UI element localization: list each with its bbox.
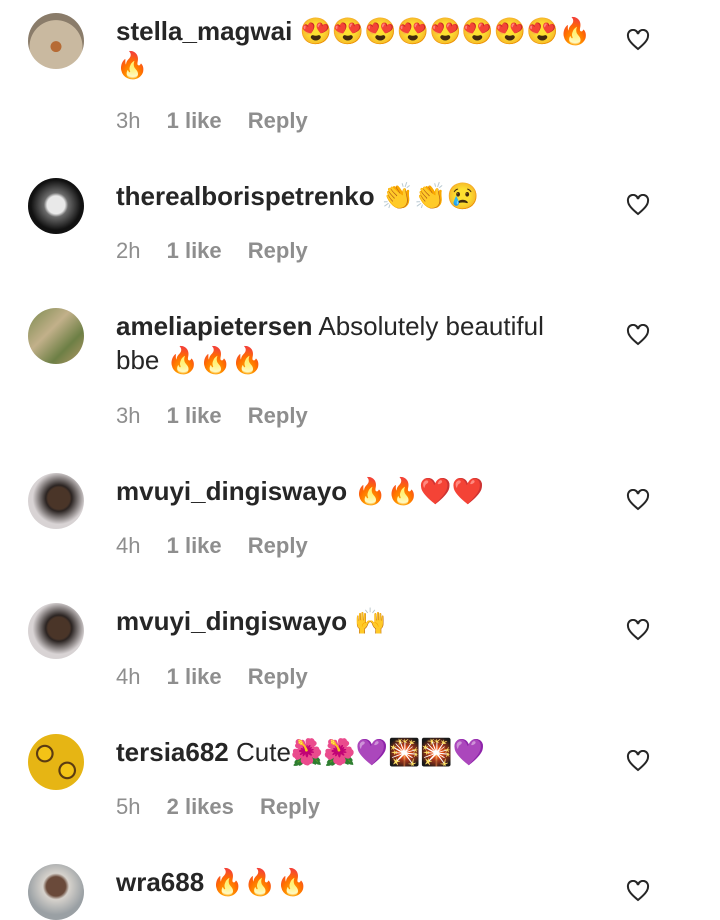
comment-username[interactable]: ameliapietersen <box>116 311 313 341</box>
heart-outline-icon[interactable] <box>626 324 650 346</box>
comment-likes[interactable]: 1 like <box>167 533 222 558</box>
comment-text: 👏👏😢 <box>381 181 479 211</box>
comment-username[interactable]: tersia682 <box>116 737 229 767</box>
reply-button[interactable]: Reply <box>248 664 308 689</box>
reply-button[interactable]: Reply <box>248 238 308 263</box>
heart-outline-icon[interactable] <box>626 750 650 772</box>
comment-likes[interactable]: 1 like <box>167 238 222 263</box>
heart-outline-icon[interactable] <box>626 194 650 216</box>
comment-username[interactable]: mvuyi_dingiswayo <box>116 476 347 506</box>
comment-likes[interactable]: 2 likes <box>167 794 234 819</box>
reply-button[interactable]: Reply <box>248 403 308 428</box>
reply-button[interactable]: Reply <box>248 108 308 133</box>
comment-text: 🔥🔥❤️❤️ <box>354 476 484 506</box>
comment-username[interactable]: mvuyi_dingiswayo <box>116 606 347 636</box>
comment-likes[interactable]: 1 like <box>167 403 222 428</box>
reply-button[interactable]: Reply <box>260 794 320 819</box>
comment-likes[interactable]: 1 like <box>167 664 222 689</box>
comment-time: 5h <box>116 794 141 819</box>
comment-time: 4h <box>116 533 141 558</box>
heart-outline-icon[interactable] <box>626 29 650 51</box>
avatar[interactable] <box>28 734 84 790</box>
comment-username[interactable]: wra688 <box>116 867 204 897</box>
avatar[interactable] <box>28 178 84 234</box>
comment-likes[interactable]: 1 like <box>167 108 222 133</box>
comment-text: 🔥🔥🔥 <box>211 867 309 897</box>
avatar[interactable] <box>28 473 84 529</box>
comment-time: 4h <box>116 664 141 689</box>
reply-button[interactable]: Reply <box>248 533 308 558</box>
heart-outline-icon[interactable] <box>626 880 650 902</box>
comment-time: 3h <box>116 108 141 133</box>
avatar[interactable] <box>28 308 84 364</box>
comment-username[interactable]: therealborispetrenko <box>116 181 375 211</box>
comment-text: Cute🌺🌺💜🎇🎇💜 <box>236 737 486 767</box>
heart-outline-icon[interactable] <box>626 619 650 641</box>
heart-outline-icon[interactable] <box>626 489 650 511</box>
avatar[interactable] <box>28 603 84 659</box>
comment-time: 3h <box>116 403 141 428</box>
avatar[interactable] <box>28 13 84 69</box>
comment-username[interactable]: stella_magwai <box>116 16 292 46</box>
comment-text: 🙌 <box>354 606 387 636</box>
comment-time: 2h <box>116 238 141 263</box>
avatar[interactable] <box>28 864 84 920</box>
